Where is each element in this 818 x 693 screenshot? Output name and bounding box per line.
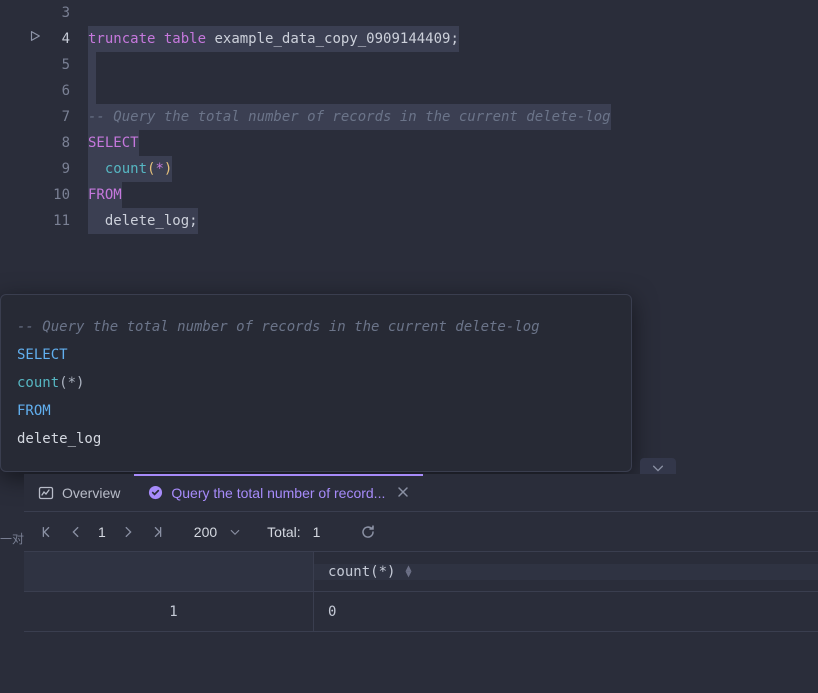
code-line[interactable]: 8 SELECT — [0, 130, 818, 156]
code-content[interactable]: count(*) — [88, 156, 172, 182]
current-page: 1 — [94, 524, 110, 540]
tooltip-line: FROM — [17, 397, 615, 425]
side-label: 一对 — [0, 530, 24, 547]
tooltip-line: SELECT — [17, 341, 615, 369]
chevron-down-icon[interactable] — [227, 520, 243, 544]
line-number: 9 — [62, 156, 70, 182]
row-index-header — [24, 552, 314, 591]
code-line[interactable]: 3 — [0, 0, 818, 26]
tab-overview[interactable]: Overview — [24, 474, 134, 511]
row-index: 1 — [24, 592, 314, 631]
total-label: Total: — [263, 524, 304, 540]
code-line[interactable]: 11 delete_log; — [0, 208, 818, 234]
line-number: 10 — [53, 182, 70, 208]
code-line[interactable]: 4 truncate table example_data_copy_090914… — [0, 26, 818, 52]
tab-overview-label: Overview — [62, 485, 120, 501]
total-value: 1 — [309, 524, 325, 540]
prev-page-button[interactable] — [64, 520, 88, 544]
code-line[interactable]: 10 FROM — [0, 182, 818, 208]
line-number: 7 — [62, 104, 70, 130]
code-editor[interactable]: 34 truncate table example_data_copy_09091… — [0, 0, 818, 234]
overview-icon — [38, 485, 54, 501]
code-content[interactable] — [88, 78, 96, 104]
next-page-button[interactable] — [116, 520, 140, 544]
tab-query-label: Query the total number of record... — [171, 485, 385, 501]
line-number: 5 — [62, 52, 70, 78]
sort-icon[interactable]: ▲▼ — [405, 566, 411, 578]
table-header-row: count(*) ▲▼ — [24, 552, 818, 592]
close-icon[interactable] — [397, 485, 409, 501]
row-cell: 0 — [314, 604, 818, 620]
results-panel: Overview Query the total number of recor… — [24, 474, 818, 693]
code-content[interactable]: SELECT — [88, 130, 139, 156]
table-row[interactable]: 10 — [24, 592, 818, 632]
refresh-button[interactable] — [356, 520, 380, 544]
line-number: 4 — [62, 26, 70, 52]
line-number: 11 — [53, 208, 70, 234]
code-content[interactable]: FROM — [88, 182, 122, 208]
column-header-label: count(*) — [328, 564, 395, 580]
last-page-button[interactable] — [146, 520, 170, 544]
tab-query-result[interactable]: Query the total number of record... — [134, 474, 423, 511]
run-icon[interactable] — [28, 26, 42, 52]
code-line[interactable]: 9 count(*) — [0, 156, 818, 182]
tooltip-line: delete_log — [17, 425, 615, 453]
code-line[interactable]: 6 — [0, 78, 818, 104]
page-limit[interactable]: 200 — [190, 524, 221, 540]
line-number: 6 — [62, 78, 70, 104]
result-table: count(*) ▲▼ 10 — [24, 552, 818, 632]
result-pager: 1 200 Total: 1 — [24, 512, 818, 552]
code-line[interactable]: 7 -- Query the total number of records in… — [0, 104, 818, 130]
result-tabs: Overview Query the total number of recor… — [24, 474, 818, 512]
query-preview-tooltip: -- Query the total number of records in … — [0, 294, 632, 472]
code-content[interactable]: -- Query the total number of records in … — [88, 104, 611, 130]
column-header[interactable]: count(*) ▲▼ — [314, 564, 818, 580]
line-number: 3 — [62, 0, 70, 26]
tooltip-line: count(*) — [17, 369, 615, 397]
first-page-button[interactable] — [34, 520, 58, 544]
success-icon — [148, 485, 163, 500]
line-number: 8 — [62, 130, 70, 156]
code-content[interactable]: delete_log; — [88, 208, 198, 234]
code-content[interactable] — [88, 52, 96, 78]
code-content[interactable]: truncate table example_data_copy_0909144… — [88, 26, 459, 52]
tooltip-line: -- Query the total number of records in … — [17, 313, 615, 341]
code-line[interactable]: 5 — [0, 52, 818, 78]
